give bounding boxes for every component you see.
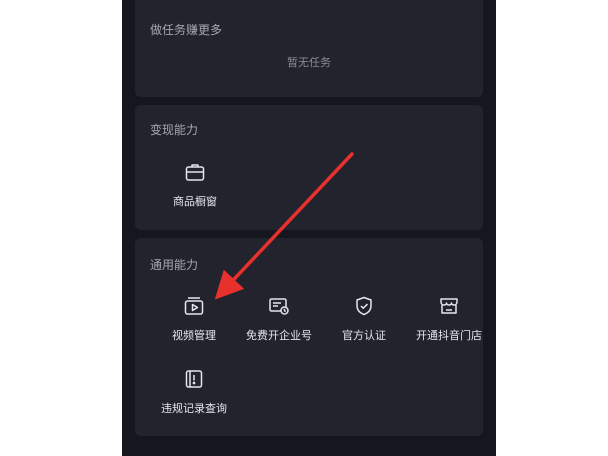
tasks-card: 做任务赚更多 暂无任务 xyxy=(135,0,483,97)
video-manage-icon xyxy=(183,295,205,317)
general-card-title: 通用能力 xyxy=(150,258,199,272)
verified-shield-icon xyxy=(353,295,375,317)
store-icon xyxy=(438,295,460,317)
store-label: 开通抖音门店 xyxy=(416,329,482,342)
phone-screen: 做任务赚更多 暂无任务 变现能力 商品橱窗 通用能力 视频管理 免费开企业号 官… xyxy=(122,0,496,456)
violation-record-button[interactable]: 违规记录查询 xyxy=(144,368,244,416)
shop-window-icon xyxy=(184,161,206,183)
store-button[interactable]: 开通抖音门店 xyxy=(399,295,499,343)
violation-record-label: 违规记录查询 xyxy=(161,402,227,415)
violation-record-icon xyxy=(183,368,205,390)
enterprise-account-icon xyxy=(268,295,290,317)
monetize-card: 变现能力 商品橱窗 xyxy=(135,105,483,230)
shop-window-button[interactable]: 商品橱窗 xyxy=(145,161,245,209)
tasks-empty-text: 暂无任务 xyxy=(287,56,331,69)
tasks-card-title: 做任务赚更多 xyxy=(150,23,223,37)
monetize-card-title: 变现能力 xyxy=(150,123,199,137)
shop-window-label: 商品橱窗 xyxy=(173,195,217,208)
general-card: 通用能力 视频管理 免费开企业号 官方认证 开通抖音门店 违规记录查询 xyxy=(135,238,483,436)
